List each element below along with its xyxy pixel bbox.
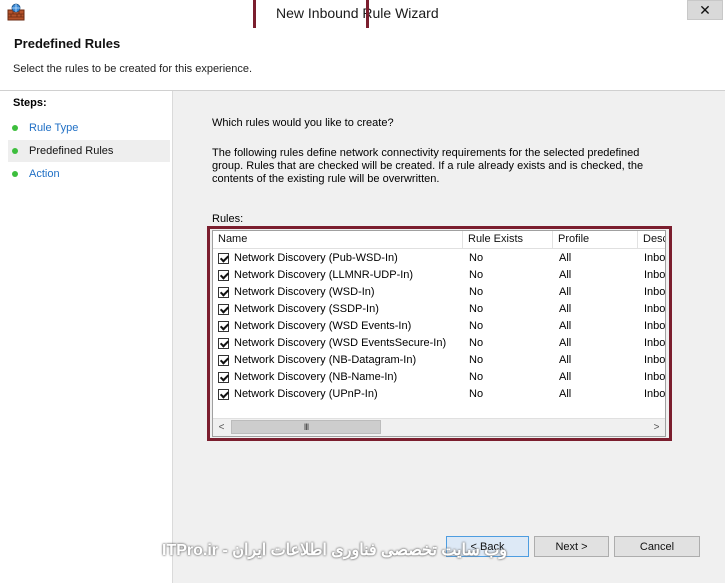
watermark: وب سایت تخصصی فناوری اطلاعات ایران - ITP… [162,542,508,559]
step-action[interactable]: Action [8,163,170,185]
rules-label: Rules: [212,213,244,225]
description-text: The following rules define network conne… [212,147,644,185]
step-label: Action [29,168,60,180]
step-status-dot-icon [12,148,18,154]
next-button[interactable]: Next > [534,536,609,557]
step-rule-type[interactable]: Rule Type [8,117,170,139]
wizard-header: Predefined Rules Select the rules to be … [0,28,725,91]
steps-sidebar: Steps: Rule Type Predefined Rules Action [0,91,173,583]
steps-heading: Steps: [13,97,47,109]
page-title: Predefined Rules [14,36,121,51]
cancel-button[interactable]: Cancel [614,536,700,557]
step-predefined-rules[interactable]: Predefined Rules [8,140,170,162]
step-label: Predefined Rules [29,145,114,157]
page-subtitle: Select the rules to be created for this … [13,63,253,75]
question-text: Which rules would you like to create? [212,117,394,129]
step-label: Rule Type [29,122,79,134]
rules-highlight-box [207,226,672,441]
step-status-dot-icon [12,125,18,131]
close-button[interactable]: ✕ [687,0,723,20]
firewall-app-icon [7,3,25,21]
step-status-dot-icon [12,171,18,177]
